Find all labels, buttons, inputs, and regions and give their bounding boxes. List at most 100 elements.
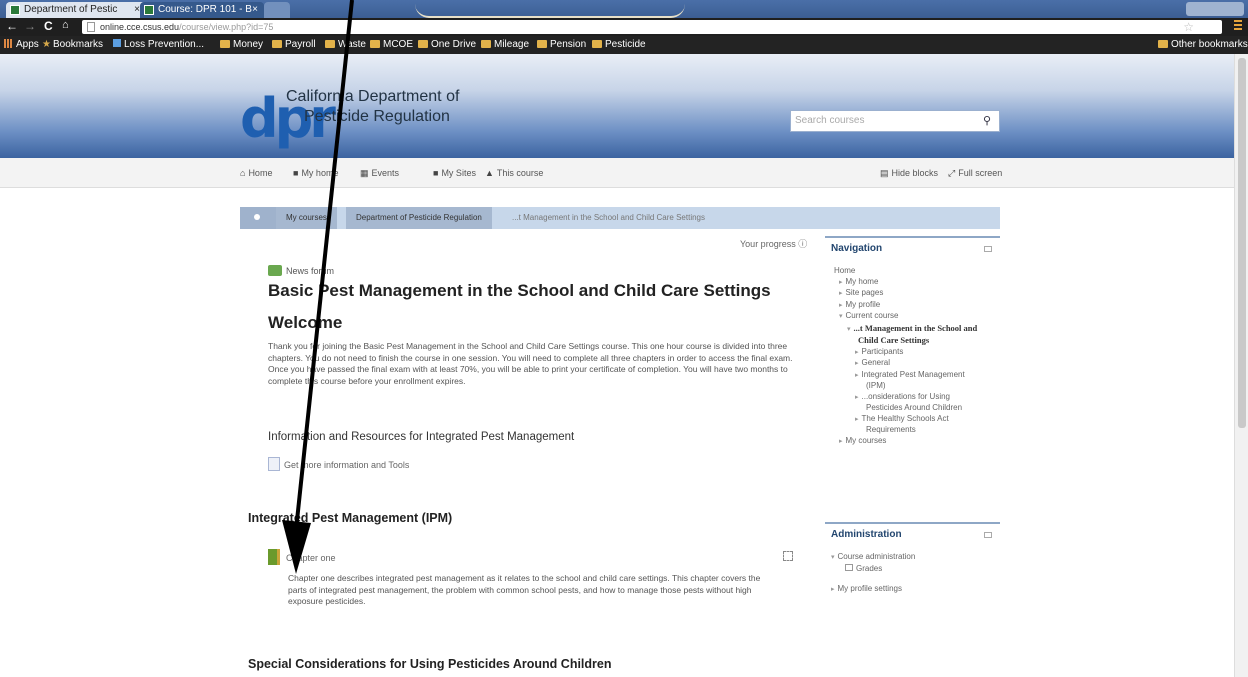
- expand-arrow-icon: ▸: [855, 360, 859, 367]
- tab-course[interactable]: Course: DPR 101 - B ×: [140, 2, 264, 18]
- home-dot-icon: [254, 214, 260, 220]
- reload-icon[interactable]: C: [44, 19, 53, 33]
- nav-tree-item[interactable]: ▸ Participants: [831, 347, 1000, 359]
- bookmark-pesticide[interactable]: Pesticide: [592, 36, 646, 54]
- intro-text: Thank you for joining the Basic Pest Man…: [268, 341, 793, 386]
- nav-home[interactable]: ⌂ Home: [240, 158, 272, 188]
- nav-label: Full screen: [958, 168, 1003, 178]
- bookmarks-bar: Apps ★ Bookmarks Loss Prevention... Money…: [0, 36, 1248, 54]
- bookmark-payroll[interactable]: Payroll: [272, 36, 316, 54]
- forward-icon[interactable]: →: [24, 19, 36, 33]
- news-forum-label: News forum: [286, 266, 335, 276]
- nav-events[interactable]: ▦ Events: [360, 158, 399, 188]
- expand-arrow-icon: ▾: [831, 554, 835, 561]
- favicon-icon: [10, 5, 20, 15]
- bookmark-pension[interactable]: Pension: [537, 36, 586, 54]
- folder-icon: [481, 40, 491, 48]
- nav-this-course[interactable]: ▲ This course: [485, 158, 543, 188]
- breadcrumb-current[interactable]: ...t Management in the School and Child …: [512, 207, 705, 229]
- bookmark-other[interactable]: Other bookmarks: [1158, 36, 1248, 54]
- collapse-icon[interactable]: [984, 246, 992, 252]
- menu-icon[interactable]: [1234, 20, 1242, 32]
- tree-label: My home: [845, 276, 879, 286]
- bookmark-apps[interactable]: Apps: [4, 36, 39, 54]
- nav-tree-item[interactable]: Pesticides Around Children: [831, 403, 1000, 414]
- breadcrumb-dpr[interactable]: Department of Pesticide Regulation: [346, 207, 492, 229]
- folder-icon: [592, 40, 602, 48]
- site-header: dpr California Department of Pesticide R…: [0, 54, 1248, 158]
- nav-tree-item[interactable]: ▸ Site pages: [831, 288, 1000, 300]
- tree-label: Current course: [845, 311, 899, 320]
- expand-arrow-icon: ▸: [831, 586, 835, 593]
- chapter-one-link[interactable]: Chapter one: [268, 549, 336, 565]
- bookmark-money[interactable]: Money: [220, 36, 263, 54]
- bookmark-label: Other bookmarks: [1171, 39, 1248, 50]
- hide-blocks-button[interactable]: ▤ Hide blocks: [880, 158, 938, 188]
- tree-label: My profile: [845, 299, 881, 309]
- page-icon: [87, 22, 95, 32]
- nav-tree-item[interactable]: ▾ ...t Management in the School and: [831, 323, 1000, 336]
- collapse-icon[interactable]: [984, 532, 992, 538]
- course-admin-item[interactable]: ▾ Course administration: [831, 552, 1000, 564]
- breadcrumb-home[interactable]: [240, 207, 276, 229]
- expand-arrow-icon: ▸: [839, 437, 843, 445]
- window-controls[interactable]: [1186, 2, 1244, 16]
- nav-tree-item[interactable]: ▸ My courses: [831, 436, 1000, 448]
- browser-tab-bar: Department of Pestic × Course: DPR 101 -…: [0, 0, 1248, 18]
- nav-tree-item[interactable]: ▸ The Healthy Schools Act: [831, 414, 1000, 426]
- new-tab-button[interactable]: [264, 2, 290, 18]
- nav-tree-item[interactable]: ▸ My home: [831, 277, 1000, 289]
- help-icon[interactable]: ⓘ: [798, 239, 807, 249]
- folder-icon: [220, 40, 230, 48]
- completion-checkbox[interactable]: [783, 551, 793, 561]
- folder-icon: [272, 40, 282, 48]
- nav-tree-item[interactable]: ▸ Integrated Pest Management: [831, 370, 1000, 382]
- bookmark-one-drive[interactable]: One Drive: [418, 36, 476, 54]
- bookmark-star-icon[interactable]: ☆: [1183, 20, 1194, 34]
- nav-my-home[interactable]: ■ My home: [293, 158, 338, 188]
- scrollbar[interactable]: [1234, 54, 1248, 677]
- tree-label: Home: [834, 266, 856, 275]
- bookmark-mileage[interactable]: Mileage: [481, 36, 529, 54]
- dpr-logo[interactable]: dpr California Department of Pesticide R…: [240, 84, 520, 148]
- search-icon[interactable]: ⚲: [983, 111, 991, 131]
- tree-label: (IPM): [866, 381, 886, 390]
- block-title: Administration: [831, 529, 902, 540]
- nav-tree-item[interactable]: Requirements: [831, 425, 1000, 436]
- full-screen-button[interactable]: ⤢ Full screen: [948, 158, 1002, 188]
- tree-label: The Healthy Schools Act: [861, 413, 949, 423]
- sites-icon: ■: [433, 168, 439, 178]
- breadcrumb-my-courses[interactable]: My courses: [276, 207, 337, 229]
- bookmark-waste[interactable]: Waste: [325, 36, 366, 54]
- tab-dpr[interactable]: Department of Pestic ×: [6, 2, 146, 18]
- nav-tree-item[interactable]: Child Care Settings: [831, 335, 1000, 347]
- grades-icon: [845, 563, 853, 571]
- block-title: Navigation: [831, 243, 883, 254]
- search-input[interactable]: Search courses ⚲: [790, 110, 1000, 132]
- grades-item[interactable]: Grades: [831, 563, 1000, 575]
- nav-tree-item[interactable]: ▸ General: [831, 358, 1000, 370]
- navigation-block: Navigation Home ▸ My home ▸ Site pages ▸ My pr…: [825, 236, 1000, 447]
- back-icon[interactable]: ←: [6, 19, 18, 33]
- nav-label: Events: [371, 168, 400, 178]
- bookmark-loss-prevention[interactable]: Loss Prevention...: [113, 36, 204, 54]
- chapter-label: Chapter one: [286, 553, 336, 563]
- more-info-link[interactable]: Get more information and Tools: [268, 457, 409, 471]
- nav-tree-item[interactable]: ▾ Current course: [831, 311, 1000, 323]
- news-forum-link[interactable]: News forum: [268, 265, 334, 276]
- nav-tree-item[interactable]: ▸ My profile: [831, 300, 1000, 312]
- url-field[interactable]: online.cce.csus.edu/course/view.php?id=7…: [82, 20, 1222, 34]
- tree-label: Participants: [861, 346, 904, 356]
- nav-tree-item[interactable]: ▸ ...onsiderations for Using: [831, 392, 1000, 404]
- bookmark-bookmarks[interactable]: ★ Bookmarks: [42, 36, 103, 54]
- nav-tree-item[interactable]: Home: [831, 266, 1000, 277]
- nav-tree-item[interactable]: (IPM): [831, 381, 1000, 392]
- bookmark-label: Payroll: [285, 39, 316, 50]
- nav-my-sites[interactable]: ■ My Sites: [433, 158, 476, 188]
- navigation-tree: Home ▸ My home ▸ Site pages ▸ My profile ▾ Curre…: [825, 260, 1000, 447]
- close-tab-icon[interactable]: ×: [252, 2, 258, 18]
- scrollbar-thumb[interactable]: [1238, 58, 1246, 428]
- home-icon[interactable]: ⌂: [62, 19, 69, 31]
- bookmark-mcoe[interactable]: MCOE: [370, 36, 413, 54]
- profile-settings-item[interactable]: ▸ My profile settings: [831, 584, 1000, 596]
